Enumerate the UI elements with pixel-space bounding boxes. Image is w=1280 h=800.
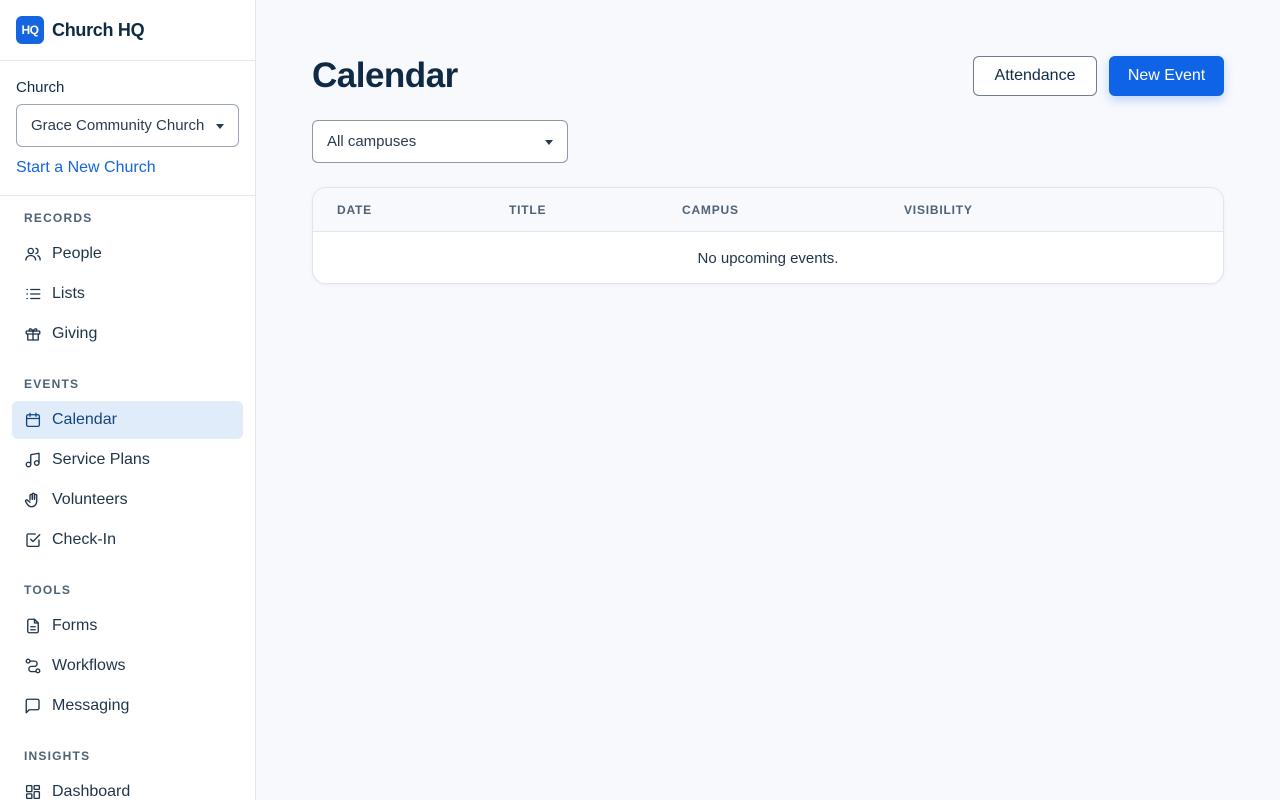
- new-event-button[interactable]: New Event: [1109, 56, 1224, 96]
- section-title-tools: TOOLS: [24, 583, 72, 597]
- campus-filter-select[interactable]: All campuses: [312, 120, 568, 163]
- gift-icon: [24, 325, 42, 343]
- sidebar-item-lists[interactable]: Lists: [12, 275, 243, 313]
- sidebar-item-workflows[interactable]: Workflows: [12, 647, 243, 685]
- sidebar-item-label: Messaging: [52, 697, 130, 714]
- column-header-visibility[interactable]: VISIBILITY: [904, 188, 973, 232]
- sidebar-item-label: Volunteers: [52, 491, 128, 508]
- sidebar-item-giving[interactable]: Giving: [12, 315, 243, 353]
- section-title-records: RECORDS: [24, 211, 93, 225]
- file-icon: [24, 617, 42, 635]
- sidebar-item-volunteers[interactable]: Volunteers: [12, 481, 243, 519]
- calendar-icon: [24, 411, 42, 429]
- church-select-value: Grace Community Church: [31, 117, 205, 134]
- hand-icon: [24, 491, 42, 509]
- dashboard-icon: [24, 783, 42, 800]
- page-title: Calendar: [312, 56, 458, 95]
- nav-section-tools: TOOLS Forms Workflows Messaging: [0, 583, 255, 725]
- church-selector-block: Church Grace Community Church Start a Ne…: [0, 61, 255, 196]
- workflow-icon: [24, 657, 42, 675]
- sidebar-item-label: Giving: [52, 325, 98, 342]
- nav-section-events: EVENTS Calendar Service Plans Volunteers…: [0, 377, 255, 559]
- main-content: Calendar Attendance New Event All campus…: [256, 0, 1280, 800]
- brand-name: Church HQ: [52, 19, 145, 40]
- music-icon: [24, 451, 42, 469]
- empty-state-message: No upcoming events.: [697, 249, 839, 267]
- brand-logo: HQ: [16, 16, 44, 44]
- column-header-date[interactable]: DATE: [337, 188, 372, 232]
- sidebar-item-messaging[interactable]: Messaging: [12, 687, 243, 725]
- sidebar-item-label: Forms: [52, 617, 98, 634]
- section-title-insights: INSIGHTS: [24, 749, 91, 763]
- sidebar-item-label: People: [52, 245, 102, 262]
- sidebar-item-people[interactable]: People: [12, 235, 243, 273]
- sidebar-item-calendar[interactable]: Calendar: [12, 401, 243, 439]
- sidebar-item-dashboard[interactable]: Dashboard: [12, 773, 243, 800]
- start-new-church-link[interactable]: Start a New Church: [16, 159, 239, 177]
- nav-section-insights: INSIGHTS Dashboard: [0, 749, 255, 800]
- sidebar: HQ Church HQ Church Grace Community Chur…: [0, 0, 256, 800]
- sidebar-item-label: Lists: [52, 285, 85, 302]
- attendance-button[interactable]: Attendance: [973, 56, 1097, 96]
- sidebar-item-service-plans[interactable]: Service Plans: [12, 441, 243, 479]
- nav-section-records: RECORDS People Lists Giving: [0, 211, 255, 353]
- events-table: DATE TITLE CAMPUS VISIBILITY No upcoming…: [312, 187, 1224, 284]
- sidebar-item-label: Check-In: [52, 531, 117, 548]
- sidebar-item-label: Calendar: [52, 411, 117, 428]
- column-header-title[interactable]: TITLE: [509, 188, 546, 232]
- list-icon: [24, 285, 42, 303]
- church-select[interactable]: Grace Community Church: [16, 104, 239, 147]
- chevron-down-icon: [216, 123, 224, 129]
- brand[interactable]: HQ Church HQ: [0, 0, 255, 61]
- column-header-campus[interactable]: CAMPUS: [682, 188, 739, 232]
- section-title-events: EVENTS: [24, 377, 80, 391]
- sidebar-item-check-in[interactable]: Check-In: [12, 521, 243, 559]
- sidebar-item-label: Dashboard: [52, 783, 131, 800]
- users-icon: [24, 245, 42, 263]
- chevron-down-icon: [545, 139, 553, 145]
- sidebar-item-label: Workflows: [52, 657, 126, 674]
- message-icon: [24, 697, 42, 715]
- church-label: Church: [16, 79, 65, 96]
- sidebar-item-label: Service Plans: [52, 451, 150, 468]
- sidebar-item-forms[interactable]: Forms: [12, 607, 243, 645]
- campus-filter-value: All campuses: [327, 133, 417, 150]
- check-square-icon: [24, 531, 42, 549]
- table-header: DATE TITLE CAMPUS VISIBILITY: [313, 188, 1223, 232]
